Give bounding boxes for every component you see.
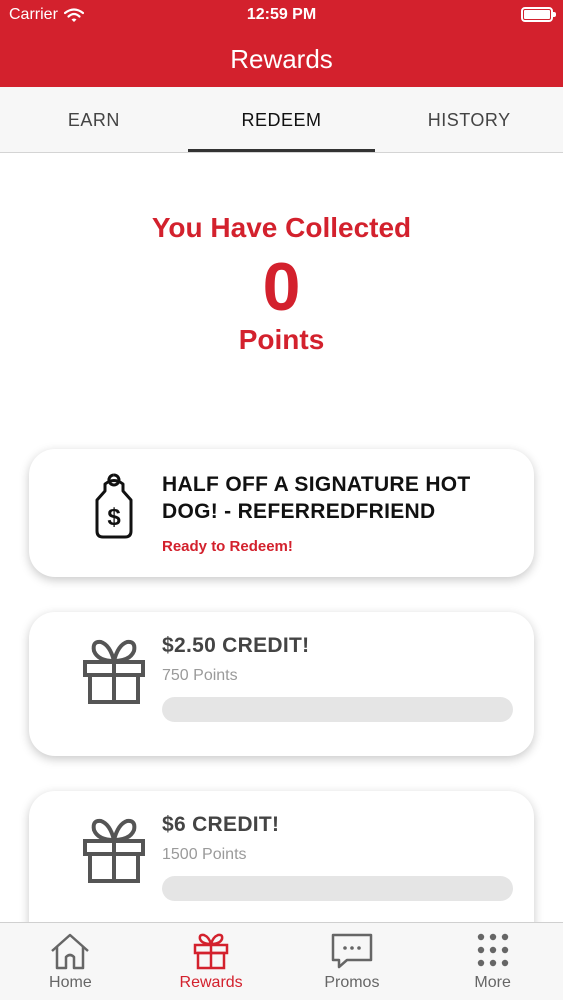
tabbar-label: Home <box>49 974 92 991</box>
reward-title: $6 CREDIT! <box>162 813 280 836</box>
clock: 12:59 PM <box>246 6 317 23</box>
points-summary-title: You Have Collected <box>151 212 412 243</box>
app-header: Carrier 12:59 PM Rewards <box>0 0 563 87</box>
points-total: 0 <box>262 249 301 325</box>
reward-points-required: 1500 Points <box>162 846 247 863</box>
bottom-tab-bar: Home Rewards Promos More <box>0 922 563 1000</box>
tabbar-item-more[interactable]: More <box>422 923 563 1000</box>
points-summary: You Have Collected 0 Points <box>0 212 563 356</box>
gift-icon <box>83 818 145 883</box>
tabbar-label: More <box>474 974 511 991</box>
segment-tabs: EARN REDEEM HISTORY <box>0 87 563 153</box>
page-title: Rewards <box>230 44 333 74</box>
reward-card[interactable]: $ HALF OFF A SIGNATURE HOT DOG! - REFERR… <box>29 449 534 577</box>
reward-details: HALF OFF A SIGNATURE HOT DOG! - REFERRED… <box>162 471 512 555</box>
tab-redeem[interactable]: REDEEM <box>187 87 376 152</box>
tabbar-item-home[interactable]: Home <box>0 923 141 1000</box>
svg-text:$: $ <box>107 504 121 531</box>
reward-title: $2.50 CREDIT! <box>162 634 310 657</box>
tabbar-label: Promos <box>324 974 380 991</box>
grid-dots-icon <box>477 933 508 967</box>
battery-icon <box>521 7 556 22</box>
reward-status: Ready to Redeem! <box>162 538 293 555</box>
reward-points-required: 750 Points <box>162 667 238 684</box>
tabbar-item-promos[interactable]: Promos <box>282 923 423 1000</box>
chat-bubble-icon <box>331 933 373 969</box>
reward-details: $6 CREDIT! 1500 Points <box>162 811 513 901</box>
tab-earn[interactable]: EARN <box>0 87 188 152</box>
reward-progress-bar <box>162 697 513 722</box>
gift-icon <box>83 639 145 704</box>
reward-card[interactable]: $2.50 CREDIT! 750 Points <box>29 612 534 756</box>
status-bar: Carrier 12:59 PM <box>0 0 563 30</box>
tab-history[interactable]: HISTORY <box>375 87 563 152</box>
price-tag-icon: $ <box>95 473 133 539</box>
gift-icon <box>193 933 229 970</box>
reward-details: $2.50 CREDIT! 750 Points <box>162 632 513 722</box>
reward-progress-bar <box>162 876 513 901</box>
home-icon <box>51 933 90 970</box>
tabbar-item-rewards[interactable]: Rewards <box>141 923 282 1000</box>
points-unit: Points <box>238 324 325 355</box>
tabbar-label: Rewards <box>179 974 243 991</box>
reward-title: HALF OFF A SIGNATURE HOT DOG! - REFERRED… <box>162 473 471 523</box>
